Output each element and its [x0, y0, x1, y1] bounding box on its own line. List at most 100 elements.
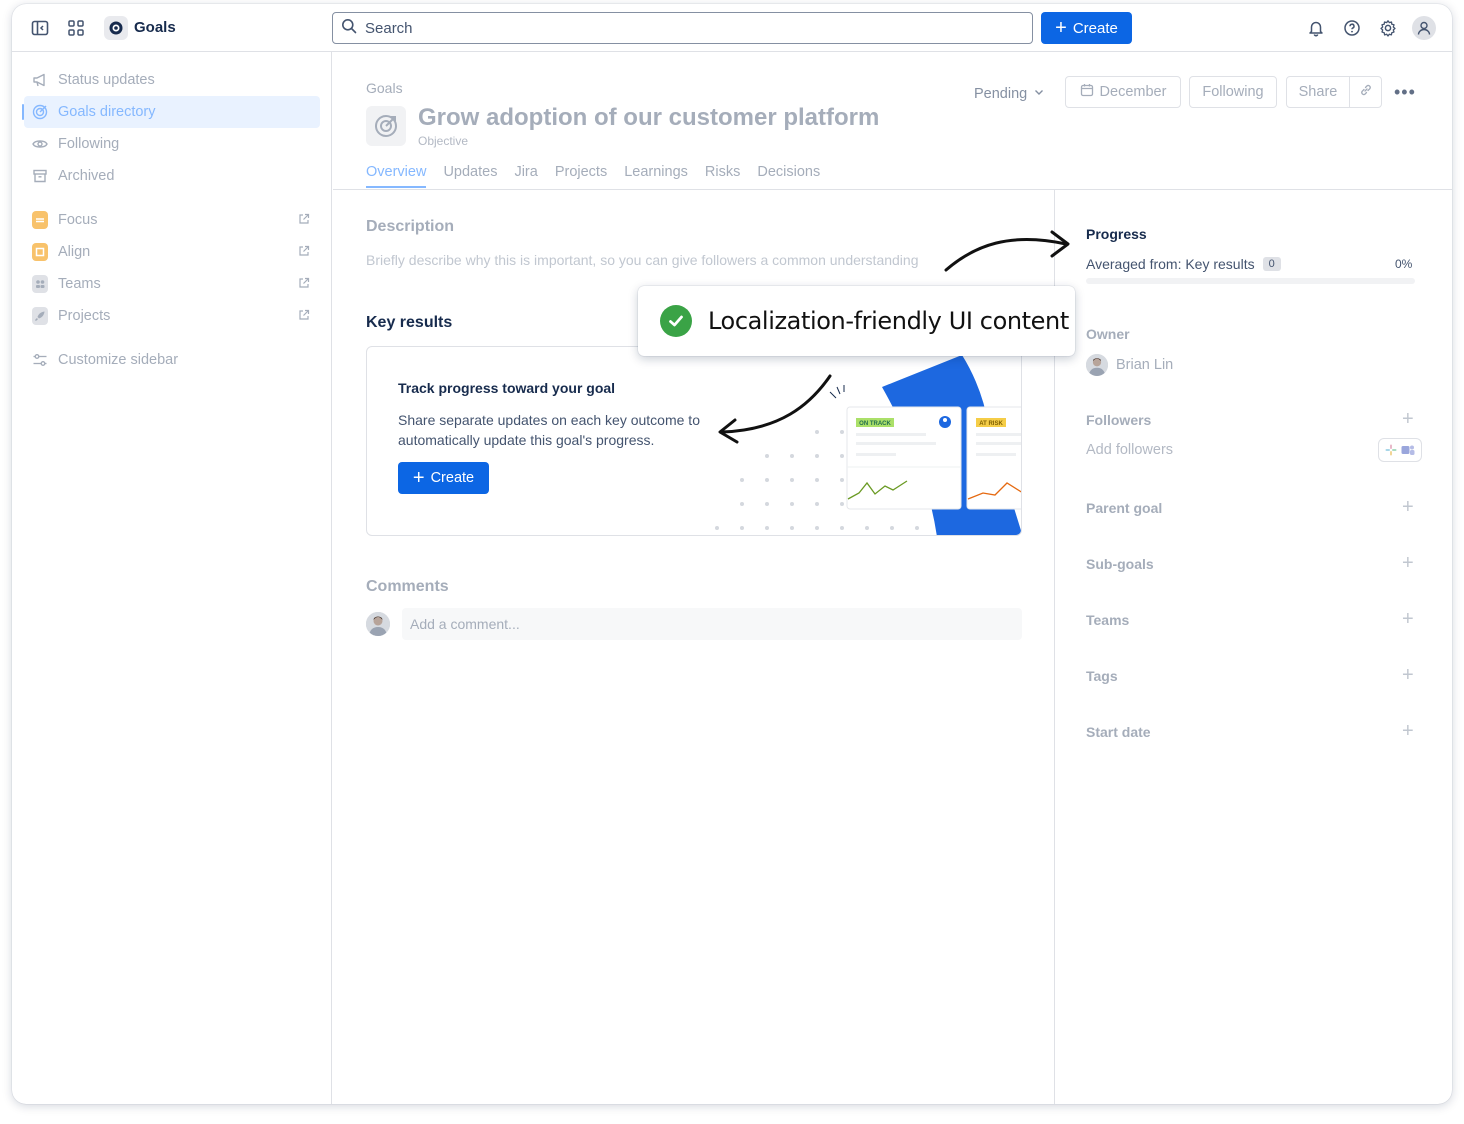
description-heading: Description: [366, 218, 455, 235]
tab-overview[interactable]: Overview: [366, 164, 427, 188]
external-link-icon: [298, 245, 310, 261]
search-input[interactable]: Search: [332, 12, 1033, 44]
target-icon: [32, 104, 48, 120]
owner-label: Owner: [1086, 326, 1130, 342]
notifications-bell-icon[interactable]: [1304, 16, 1328, 40]
sidebar-item-label: Status updates: [58, 72, 155, 88]
progress-source: Averaged from: Key results 0: [1086, 256, 1281, 272]
app-switcher-icon[interactable]: [64, 16, 88, 40]
sliders-icon: [32, 352, 48, 368]
external-link-icon: [298, 309, 310, 325]
comments-heading: Comments: [366, 578, 449, 595]
sidebar-item-projects[interactable]: Projects: [24, 300, 320, 332]
averaged-from-label: Averaged from: Key results: [1086, 256, 1255, 272]
parent-goal-label: Parent goal: [1086, 500, 1163, 516]
goal-tabs: Overview Updates Jira Projects Learnings…: [366, 164, 820, 188]
share-button[interactable]: Share: [1286, 76, 1350, 108]
rocket-icon: [32, 307, 48, 325]
sidebar-item-align[interactable]: Align: [24, 236, 320, 268]
comment-input[interactable]: Add a comment...: [402, 608, 1022, 640]
sidebar-item-status-updates[interactable]: Status updates: [24, 64, 320, 96]
add-team-plus-icon[interactable]: +: [1402, 609, 1414, 629]
eye-icon: [32, 136, 48, 152]
create-button[interactable]: + Create: [1041, 12, 1132, 44]
more-options-icon[interactable]: •••: [1394, 82, 1416, 103]
sidebar-item-teams[interactable]: Teams: [24, 268, 320, 300]
sidebar-item-label: Focus: [58, 212, 98, 228]
start-date-label: Start date: [1086, 724, 1151, 740]
owner-field[interactable]: Brian Lin: [1086, 354, 1173, 376]
tab-projects[interactable]: Projects: [555, 164, 607, 186]
create-button-label: Create: [1072, 19, 1118, 37]
status-label: Pending: [974, 86, 1028, 102]
sub-goals-label: Sub-goals: [1086, 556, 1154, 572]
plus-icon: +: [1055, 17, 1067, 39]
teams-app-icon: [32, 275, 48, 293]
active-indicator: [22, 104, 24, 120]
following-button[interactable]: Following: [1189, 76, 1277, 108]
description-input[interactable]: Briefly describe why this is important, …: [366, 252, 918, 268]
key-results-card-text: Share separate updates on each key outco…: [398, 412, 700, 448]
add-sub-goal-plus-icon[interactable]: +: [1402, 553, 1414, 573]
integrations-icon[interactable]: [1378, 438, 1422, 462]
page-title[interactable]: Grow adoption of our customer platform: [418, 104, 879, 132]
tab-learnings[interactable]: Learnings: [624, 164, 688, 186]
customize-sidebar-button[interactable]: Customize sidebar: [24, 344, 320, 376]
status-dropdown[interactable]: Pending: [974, 86, 1045, 102]
sidebar-item-following[interactable]: Following: [24, 128, 320, 160]
chevron-down-icon: [1033, 86, 1045, 102]
app-window: Goals Search + Create Status updates Goa…: [12, 4, 1452, 1104]
add-followers-link[interactable]: Add followers: [1086, 442, 1173, 458]
add-parent-goal-plus-icon[interactable]: +: [1402, 497, 1414, 517]
localization-callout: Localization-friendly UI content: [638, 286, 1075, 356]
settings-gear-icon[interactable]: [1376, 16, 1400, 40]
tab-updates[interactable]: Updates: [443, 164, 497, 186]
sidebar-item-label: Align: [58, 244, 91, 260]
key-results-card-title: Track progress toward your goal: [398, 380, 616, 396]
at-risk-badge-label: AT RISK: [979, 421, 1003, 427]
goal-type-label: Objective: [418, 134, 469, 148]
comment-placeholder: Add a comment...: [410, 616, 520, 632]
archive-icon: [32, 168, 48, 184]
create-key-result-button[interactable]: + Create: [398, 462, 489, 494]
sidebar-toggle-icon[interactable]: [28, 16, 52, 40]
progress-percent: 0%: [1395, 257, 1413, 271]
tab-risks[interactable]: Risks: [705, 164, 740, 186]
callout-text: Localization-friendly UI content: [708, 307, 1069, 335]
followers-label: Followers: [1086, 412, 1152, 428]
progress-bar: [1086, 278, 1415, 284]
plus-icon: +: [412, 467, 425, 489]
sidebar-item-focus[interactable]: Focus: [24, 204, 320, 236]
copy-link-button[interactable]: [1349, 76, 1382, 108]
breadcrumb[interactable]: Goals: [366, 80, 403, 96]
tags-label: Tags: [1086, 668, 1118, 684]
sidebar-item-archived[interactable]: Archived: [24, 160, 320, 192]
megaphone-icon: [32, 72, 48, 88]
key-results-illustration: ON TRACK AT RISK: [715, 355, 1021, 535]
create-key-result-label: Create: [430, 470, 475, 486]
owner-name: Brian Lin: [1116, 357, 1174, 373]
link-icon: [1359, 83, 1373, 101]
following-button-label: Following: [1202, 84, 1264, 100]
add-followers-plus-icon[interactable]: +: [1402, 409, 1414, 429]
sidebar-item-label: Projects: [58, 308, 111, 324]
sidebar-item-label: Following: [58, 136, 120, 152]
app-title[interactable]: Goals: [134, 19, 176, 36]
tab-decisions[interactable]: Decisions: [757, 164, 820, 186]
add-tag-plus-icon[interactable]: +: [1402, 665, 1414, 685]
key-results-empty-card: Track progress toward your goal Share se…: [366, 346, 1022, 536]
help-icon[interactable]: [1340, 16, 1364, 40]
sidebar-item-goals-directory[interactable]: Goals directory: [22, 96, 320, 128]
share-button-label: Share: [1298, 84, 1338, 100]
main-content: Goals Grow adoption of our customer plat…: [333, 52, 1452, 1104]
key-results-heading: Key results: [366, 314, 453, 331]
search-icon: [341, 18, 357, 39]
user-avatar-icon[interactable]: [1412, 16, 1436, 40]
add-start-date-plus-icon[interactable]: +: [1402, 721, 1414, 741]
key-results-count-badge: 0: [1262, 257, 1281, 271]
external-link-icon: [298, 213, 310, 229]
target-date-button[interactable]: December: [1065, 76, 1181, 108]
goals-logo-icon[interactable]: [104, 16, 128, 40]
goal-target-icon[interactable]: [366, 106, 406, 146]
tab-jira[interactable]: Jira: [514, 164, 537, 186]
